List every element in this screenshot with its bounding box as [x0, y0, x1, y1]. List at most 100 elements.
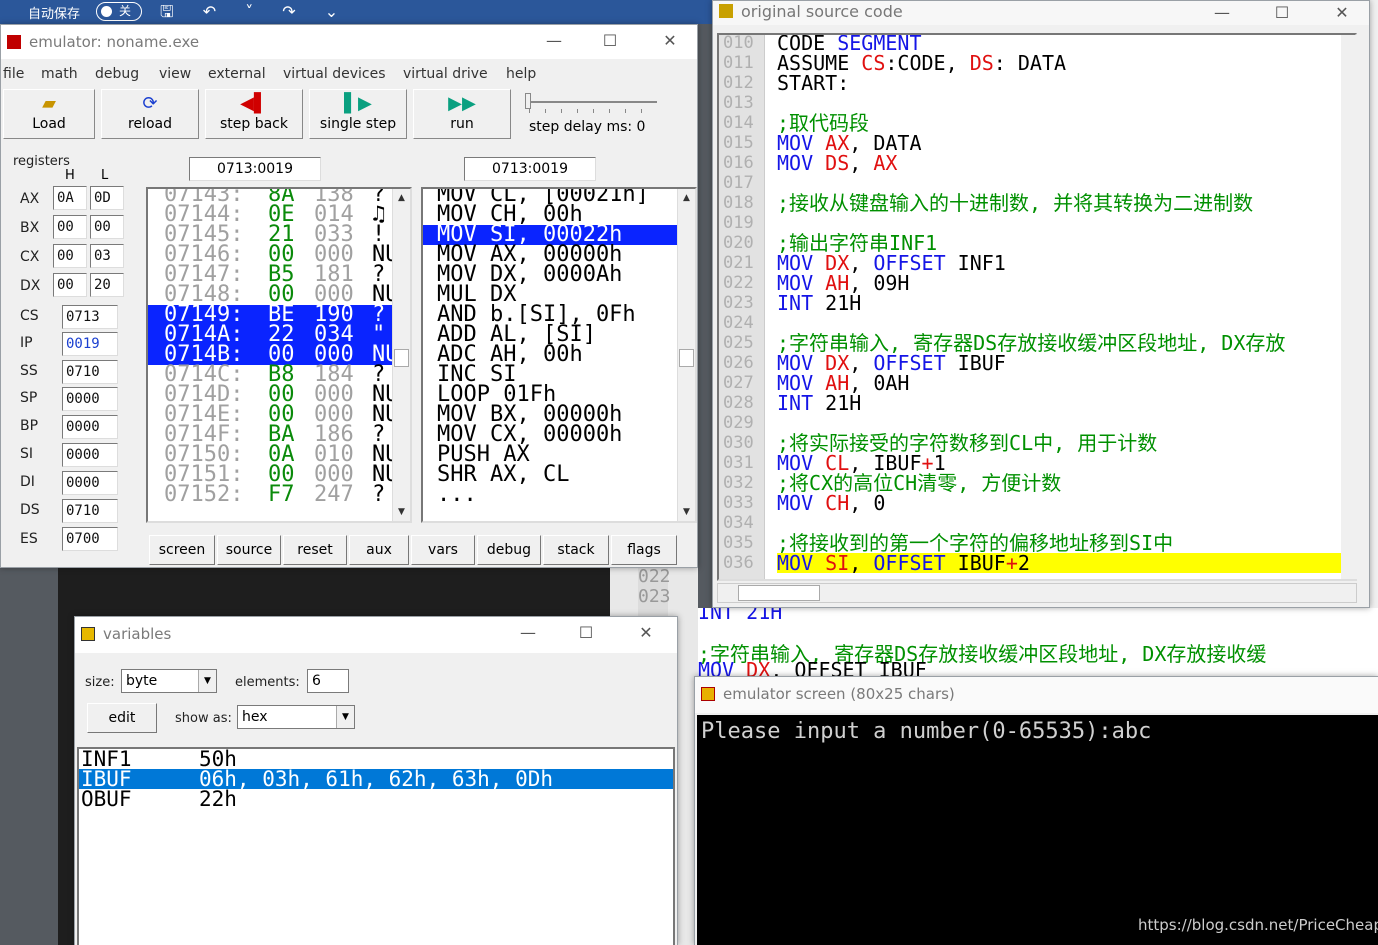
chevron-down-icon[interactable]: ▼: [198, 670, 216, 692]
maximize-button[interactable]: ☐: [563, 621, 609, 647]
chevron-down-icon[interactable]: ▼: [336, 706, 354, 728]
minimize-button[interactable]: —: [531, 29, 577, 55]
source-code-editor[interactable]: 010 CODE SEGMENT 011 ASSUME CS:CODE, DS: DA…: [717, 33, 1357, 581]
scroll-down-icon[interactable]: ▼: [393, 503, 410, 521]
register-si[interactable]: 0000: [62, 443, 118, 467]
show-as-select[interactable]: hex ▼: [237, 705, 355, 729]
register-di[interactable]: 0000: [62, 471, 118, 495]
variable-row[interactable]: INF1 50h: [79, 749, 673, 770]
run-button[interactable]: ▶▶ run: [413, 89, 511, 139]
source-line[interactable]: 012 START:: [719, 73, 1339, 93]
maximize-button[interactable]: ☐: [587, 29, 633, 55]
source-line[interactable]: 035 ;将接收到的第一个字符的偏移地址移到SI中: [719, 533, 1339, 553]
memory-listing[interactable]: 07143: 8A 138? 07144: 0E 014 ♫ 07145: 21 033! 0714…: [146, 187, 412, 523]
reload-button[interactable]: ⟳ reload: [101, 89, 199, 139]
register-ch[interactable]: 00: [53, 244, 87, 268]
menu-help[interactable]: help: [506, 66, 536, 82]
vars-button[interactable]: vars: [411, 535, 475, 565]
menu-debug[interactable]: debug: [95, 66, 139, 82]
menu-view[interactable]: view: [159, 66, 191, 82]
source-line[interactable]: 013: [719, 93, 1339, 113]
menu-virtual-drive[interactable]: virtual drive: [403, 66, 488, 82]
source-line[interactable]: 010 CODE SEGMENT: [719, 35, 1339, 53]
variable-row[interactable]: IBUF 06h, 03h, 61h, 62h, 63h, 0Dh: [79, 769, 673, 790]
source-line[interactable]: 026 MOV DX, OFFSET IBUF: [719, 353, 1339, 373]
step-back-button[interactable]: ◀▌ step back: [205, 89, 303, 139]
register-dl[interactable]: 20: [90, 273, 124, 297]
source-button[interactable]: source: [217, 535, 281, 565]
scroll-thumb[interactable]: [738, 585, 820, 601]
register-cs[interactable]: 0713: [62, 305, 118, 329]
disassembly-scrollbar[interactable]: ▲ ▼: [677, 189, 695, 521]
register-al[interactable]: 0D: [90, 186, 124, 210]
source-line[interactable]: 023 INT 21H: [719, 293, 1339, 313]
register-ip[interactable]: 0019: [62, 332, 118, 356]
source-line[interactable]: 030 ;将实际接受的字符数移到CL中, 用于计数: [719, 433, 1339, 453]
debug-button[interactable]: debug: [477, 535, 541, 565]
source-line[interactable]: 022 MOV AH, 09H: [719, 273, 1339, 293]
source-line[interactable]: 029: [719, 413, 1339, 433]
source-line[interactable]: 020 ;输出字符串INF1: [719, 233, 1339, 253]
close-button[interactable]: ✕: [1319, 1, 1365, 27]
variables-titlebar[interactable]: variables — ☐ ✕: [75, 617, 677, 653]
source-line[interactable]: 011 ASSUME CS:CODE, DS: DATA: [719, 53, 1339, 73]
minimize-button[interactable]: —: [505, 621, 551, 647]
disassembly-row[interactable]: ...: [423, 484, 677, 506]
close-button[interactable]: ✕: [623, 621, 669, 647]
register-cl[interactable]: 03: [90, 244, 124, 268]
source-titlebar[interactable]: original source code — ☐ ✕: [713, 1, 1369, 25]
register-ss[interactable]: 0710: [62, 360, 118, 384]
menu-file[interactable]: file: [3, 66, 24, 82]
autosave-toggle[interactable]: 关: [96, 2, 142, 21]
source-line[interactable]: 034: [719, 513, 1339, 533]
source-horizontal-scrollbar[interactable]: [717, 583, 1357, 603]
source-line[interactable]: 017: [719, 173, 1339, 193]
source-line[interactable]: 027 MOV AH, 0AH: [719, 373, 1339, 393]
source-line[interactable]: 032 ;将CX的高位CH清零, 方便计数: [719, 473, 1339, 493]
source-line[interactable]: 021 MOV DX, OFFSET INF1: [719, 253, 1339, 273]
register-ah[interactable]: 0A: [53, 186, 87, 210]
source-line[interactable]: 033 MOV CH, 0: [719, 493, 1339, 513]
scroll-down-icon[interactable]: ▼: [678, 503, 695, 521]
close-button[interactable]: ✕: [647, 29, 693, 55]
disassembly-address-input[interactable]: 0713:0019: [464, 157, 596, 181]
source-vertical-scrollbar[interactable]: [1341, 35, 1357, 579]
elements-input[interactable]: 6: [307, 669, 349, 693]
step-delay-slider[interactable]: step delay ms: 0: [523, 93, 659, 137]
screen-button[interactable]: screen: [149, 535, 215, 565]
variable-row[interactable]: OBUF 22h: [79, 789, 673, 810]
source-line[interactable]: 036 MOV SI, OFFSET IBUF+2: [719, 553, 1345, 573]
source-line[interactable]: 016 MOV DS, AX: [719, 153, 1339, 173]
source-line[interactable]: 024: [719, 313, 1339, 333]
load-button[interactable]: ▰ Load: [3, 89, 95, 139]
disassembly-listing[interactable]: MOV CL, [00021h] MOV CH, 00h MOV SI, 00022…: [421, 187, 697, 523]
minimize-button[interactable]: —: [1199, 1, 1245, 27]
console-output[interactable]: Please input a number(0-65535):abc: [697, 715, 1378, 945]
stack-button[interactable]: stack: [543, 535, 609, 565]
aux-button[interactable]: aux: [349, 535, 409, 565]
scroll-thumb[interactable]: [679, 349, 694, 367]
source-line[interactable]: 031 MOV CL, IBUF+1: [719, 453, 1339, 473]
scroll-up-icon[interactable]: ▲: [678, 189, 695, 207]
slider-thumb[interactable]: [525, 93, 531, 109]
source-line[interactable]: 019: [719, 213, 1339, 233]
menu-virtual-devices[interactable]: virtual devices: [283, 66, 386, 82]
scroll-up-icon[interactable]: ▲: [393, 189, 410, 207]
emulator-titlebar[interactable]: emulator: noname.exe — ☐ ✕: [1, 25, 697, 59]
memory-address-input[interactable]: 0713:0019: [189, 157, 321, 181]
register-bh[interactable]: 00: [53, 215, 87, 239]
screen-titlebar[interactable]: emulator screen (80x25 chars): [695, 677, 1378, 713]
flags-button[interactable]: flags: [611, 535, 677, 565]
source-line[interactable]: 028 INT 21H: [719, 393, 1339, 413]
register-dh[interactable]: 00: [53, 273, 87, 297]
menu-external[interactable]: external: [208, 66, 266, 82]
memory-row[interactable]: 07152: F7 247?: [148, 484, 394, 506]
register-bp[interactable]: 0000: [62, 415, 118, 439]
source-line[interactable]: 015 MOV AX, DATA: [719, 133, 1339, 153]
register-es[interactable]: 0700: [62, 527, 118, 551]
scroll-thumb[interactable]: [394, 349, 409, 367]
menu-math[interactable]: math: [41, 66, 78, 82]
variables-list[interactable]: INF1 50h IBUF 06h, 03h, 61h, 62h, 63h, 0Dh O…: [77, 747, 675, 945]
maximize-button[interactable]: ☐: [1259, 1, 1305, 27]
edit-button[interactable]: edit: [87, 703, 157, 733]
